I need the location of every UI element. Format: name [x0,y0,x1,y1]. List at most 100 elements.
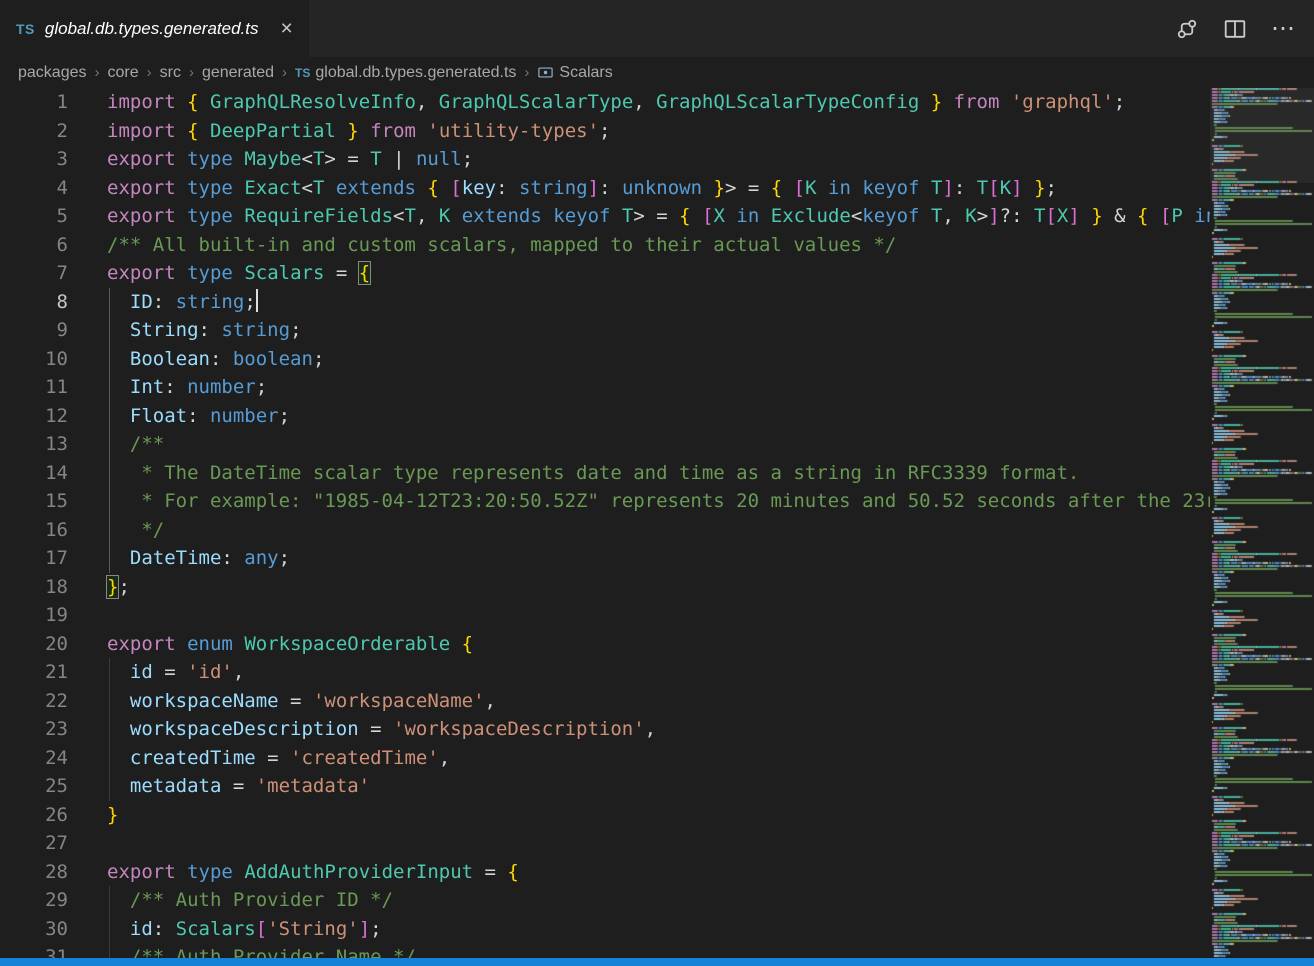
breadcrumb-item-core[interactable]: core [108,64,139,82]
code-line[interactable]: 7export type Scalars = { [0,259,1210,288]
tab-global-db-types-generated-ts[interactable]: TS global.db.types.generated.ts × [0,0,309,57]
code-line[interactable]: 27 [0,829,1210,858]
breadcrumb-item-packages[interactable]: packages [18,64,87,82]
code-line[interactable]: 23 workspaceDescription = 'workspaceDesc… [0,715,1210,744]
line-number[interactable]: 12 [0,402,68,431]
line-number[interactable]: 25 [0,772,68,801]
line-number[interactable]: 22 [0,687,68,716]
code-line[interactable]: 8 ID: string; [0,288,1210,317]
code-line[interactable]: 6/** All built-in and custom scalars, ma… [0,231,1210,260]
line-number[interactable]: 31 [0,943,68,958]
code-line[interactable]: 26} [0,801,1210,830]
breadcrumb-separator-icon: › [189,64,194,81]
code-line[interactable]: 30 id: Scalars['String']; [0,915,1210,944]
code-line[interactable]: 2import { DeepPartial } from 'utility-ty… [0,117,1210,146]
code-text: ID: string; [68,288,258,317]
open-changes-icon[interactable] [1174,16,1200,42]
breadcrumb-item-scalars[interactable]: Scalars [537,64,612,82]
code-line[interactable]: 3export type Maybe<T> = T | null; [0,145,1210,174]
minimap-slider[interactable] [1210,88,1314,183]
breadcrumb-separator-icon: › [524,64,529,81]
code-area[interactable]: 1import { GraphQLResolveInfo, GraphQLSca… [0,88,1210,958]
code-text: String: string; [68,316,302,345]
line-number[interactable]: 6 [0,231,68,260]
code-text: * The DateTime scalar type represents da… [68,459,1079,488]
minimap-canvas[interactable] [1210,88,1314,958]
code-line[interactable]: 19 [0,601,1210,630]
line-number[interactable]: 4 [0,174,68,203]
code-text: }; [68,573,130,602]
line-number[interactable]: 26 [0,801,68,830]
line-number[interactable]: 13 [0,430,68,459]
code-line[interactable]: 12 Float: number; [0,402,1210,431]
code-line[interactable]: 5export type RequireFields<T, K extends … [0,202,1210,231]
code-line[interactable]: 17 DateTime: any; [0,544,1210,573]
line-number[interactable]: 27 [0,829,68,858]
tab-close-icon[interactable]: × [281,18,293,39]
minimap[interactable] [1210,88,1314,958]
line-number[interactable]: 30 [0,915,68,944]
line-number[interactable]: 14 [0,459,68,488]
line-number[interactable]: 28 [0,858,68,887]
code-text: /** All built-in and custom scalars, map… [68,231,896,260]
breadcrumb-item-global-db-types-generated-ts[interactable]: TSglobal.db.types.generated.ts [295,64,516,82]
indent-guide [109,288,110,573]
code-text: import { GraphQLResolveInfo, GraphQLScal… [68,88,1125,117]
line-number[interactable]: 24 [0,744,68,773]
code-text: Float: number; [68,402,290,431]
code-line[interactable]: 14 * The DateTime scalar type represents… [0,459,1210,488]
line-number[interactable]: 16 [0,516,68,545]
code-line[interactable]: 31 /** Auth Provider Name */ [0,943,1210,958]
code-line[interactable]: 9 String: string; [0,316,1210,345]
line-number[interactable]: 23 [0,715,68,744]
line-number[interactable]: 1 [0,88,68,117]
code-line[interactable]: 22 workspaceName = 'workspaceName', [0,687,1210,716]
code-line[interactable]: 11 Int: number; [0,373,1210,402]
code-text: workspaceDescription = 'workspaceDescrip… [68,715,656,744]
indent-guide [109,658,110,801]
code-text: export type Maybe<T> = T | null; [68,145,473,174]
code-line[interactable]: 18}; [0,573,1210,602]
vscode-window: TS global.db.types.generated.ts × [0,0,1314,966]
code-line[interactable]: 1import { GraphQLResolveInfo, GraphQLSca… [0,88,1210,117]
code-line[interactable]: 29 /** Auth Provider ID */ [0,886,1210,915]
ts-file-icon: TS [295,66,310,80]
code-line[interactable]: 25 metadata = 'metadata' [0,772,1210,801]
line-number[interactable]: 8 [0,288,68,317]
line-number[interactable]: 11 [0,373,68,402]
code-text: export type Scalars = { [68,259,370,288]
code-line[interactable]: 21 id = 'id', [0,658,1210,687]
line-number[interactable]: 20 [0,630,68,659]
code-text: export enum WorkspaceOrderable { [68,630,473,659]
split-editor-icon[interactable] [1222,16,1248,42]
line-number[interactable]: 2 [0,117,68,146]
line-number[interactable]: 10 [0,345,68,374]
line-number[interactable]: 18 [0,573,68,602]
line-number[interactable]: 7 [0,259,68,288]
code-line[interactable]: 20export enum WorkspaceOrderable { [0,630,1210,659]
code-text: /** Auth Provider Name */ [68,943,416,958]
line-number[interactable]: 9 [0,316,68,345]
line-number[interactable]: 19 [0,601,68,630]
code-text [68,601,107,630]
code-line[interactable]: 16 */ [0,516,1210,545]
code-line[interactable]: 4export type Exact<T extends { [key: str… [0,174,1210,203]
line-number[interactable]: 17 [0,544,68,573]
code-line[interactable]: 10 Boolean: boolean; [0,345,1210,374]
line-number[interactable]: 3 [0,145,68,174]
line-number[interactable]: 15 [0,487,68,516]
breadcrumb-label: packages [18,64,87,82]
breadcrumb-item-generated[interactable]: generated [202,64,274,82]
code-line[interactable]: 24 createdTime = 'createdTime', [0,744,1210,773]
code-line[interactable]: 13 /** [0,430,1210,459]
code-text [68,829,107,858]
more-actions-icon[interactable]: ⋯ [1270,16,1296,42]
code-line[interactable]: 15 * For example: "1985-04-12T23:20:50.5… [0,487,1210,516]
breadcrumb-label: core [108,64,139,82]
line-number[interactable]: 29 [0,886,68,915]
editor-tab-bar: TS global.db.types.generated.ts × [0,0,1314,57]
code-line[interactable]: 28export type AddAuthProviderInput = { [0,858,1210,887]
line-number[interactable]: 5 [0,202,68,231]
line-number[interactable]: 21 [0,658,68,687]
breadcrumb-item-src[interactable]: src [160,64,181,82]
